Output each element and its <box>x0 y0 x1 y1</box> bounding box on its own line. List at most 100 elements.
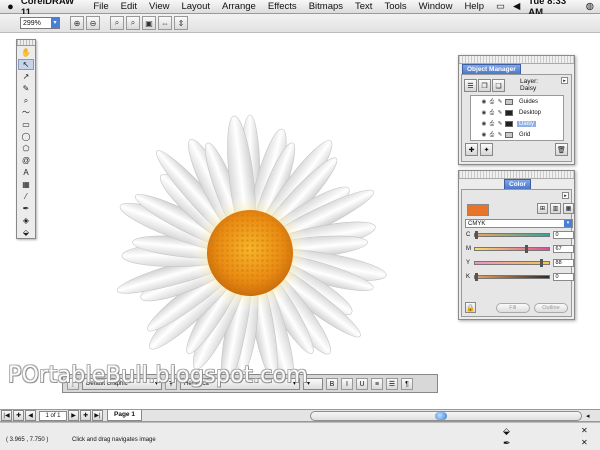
pick-tool-icon[interactable]: ↖ <box>18 59 34 70</box>
fill-button[interactable]: Fill <box>495 302 530 313</box>
color-docker-menu-arrow-icon[interactable]: ▸ <box>562 192 569 199</box>
menu-file[interactable]: File <box>93 1 108 12</box>
layer-row-daisy[interactable]: ◉ ⎙ ✎ Daisy <box>471 118 563 129</box>
color-viewers-button[interactable]: ▥ <box>550 203 561 214</box>
yellow-value-field[interactable]: 88 <box>552 258 574 267</box>
fill-tool-icon[interactable]: ◈ <box>18 215 34 226</box>
horizontal-scrollbar[interactable] <box>310 411 582 421</box>
add-page-after-button[interactable]: ✚ <box>80 410 91 421</box>
edit-across-layers-button[interactable]: ❐ <box>478 79 491 92</box>
polygon-tool-icon[interactable]: ⬠ <box>18 143 34 154</box>
color-model-select[interactable]: CMYK ▾ <box>465 219 573 228</box>
menu-text[interactable]: Text <box>355 1 372 12</box>
pencil-icon[interactable]: ✎ <box>497 121 503 127</box>
hand-pan-icon[interactable]: ✋ <box>18 47 34 58</box>
object-manager-menu-arrow-icon[interactable]: ▸ <box>561 77 568 84</box>
layer-row-grid[interactable]: ◉ ⎙ ✎ Grid <box>471 129 563 140</box>
eye-icon[interactable]: ◉ <box>481 110 487 116</box>
interactive-fill-tool-icon[interactable]: ⬙ <box>18 227 34 238</box>
bold-button[interactable]: B <box>326 377 338 390</box>
yellow-slider-thumb[interactable] <box>539 258 543 267</box>
menu-bitmaps[interactable]: Bitmaps <box>309 1 343 12</box>
horizontal-scroll-thumb[interactable] <box>435 412 447 420</box>
last-page-button[interactable]: ▶| <box>92 410 103 421</box>
italic-button[interactable]: I <box>341 377 353 390</box>
black-slider-thumb[interactable] <box>474 272 478 281</box>
magenta-slider-thumb[interactable] <box>524 244 528 253</box>
menu-help[interactable]: Help <box>464 1 484 12</box>
show-object-properties-button[interactable]: ☰ <box>464 79 477 92</box>
previous-page-button[interactable]: ◀ <box>25 410 36 421</box>
color-palettes-button[interactable]: ▦ <box>563 203 574 214</box>
menu-edit[interactable]: Edit <box>121 1 137 12</box>
black-slider[interactable] <box>473 272 550 281</box>
eye-icon[interactable]: ◉ <box>481 99 487 105</box>
menu-arrange[interactable]: Arrange <box>222 1 256 12</box>
add-page-before-button[interactable]: ✚ <box>13 410 24 421</box>
printer-icon[interactable]: ⎙ <box>489 110 495 116</box>
menu-tools[interactable]: Tools <box>384 1 406 12</box>
outline-tool-icon[interactable]: ✒ <box>18 203 34 214</box>
knife-tool-icon[interactable]: ✎ <box>18 83 34 94</box>
layer-row-desktop[interactable]: ◉ ⎙ ✎ Desktop <box>471 107 563 118</box>
eye-icon[interactable]: ◉ <box>481 121 487 127</box>
text-tool-icon[interactable]: A <box>18 167 34 178</box>
color-sliders-button[interactable]: ⊞ <box>537 203 548 214</box>
object-manager-titlebar[interactable] <box>459 56 574 64</box>
delete-layer-button[interactable]: 🗑 <box>555 143 568 156</box>
eyedropper-tool-icon[interactable]: ⁄ <box>18 191 34 202</box>
ellipse-tool-icon[interactable]: ◯ <box>18 131 34 142</box>
yellow-slider[interactable] <box>473 258 550 267</box>
black-value-field[interactable]: 0 <box>552 272 574 281</box>
zoom-height-button[interactable]: ⇕ <box>174 16 188 30</box>
app-switcher-icon[interactable]: ◍ <box>586 1 594 12</box>
menu-view[interactable]: View <box>149 1 169 12</box>
menu-effects[interactable]: Effects <box>268 1 297 12</box>
apple-menu-icon[interactable]: ● <box>0 1 21 13</box>
daisy-image[interactable] <box>110 108 390 398</box>
pencil-icon[interactable]: ✎ <box>497 132 503 138</box>
zoom-in-button[interactable]: ⊕ <box>70 16 84 30</box>
freehand-tool-icon[interactable]: 〜 <box>18 107 34 118</box>
cyan-slider[interactable] <box>473 230 550 239</box>
lock-color-button[interactable]: 🔒 <box>465 302 476 313</box>
outline-button[interactable]: Outline <box>533 302 568 313</box>
new-layer-button[interactable]: ✚ <box>465 143 478 156</box>
spiral-tool-icon[interactable]: @ <box>18 155 34 166</box>
eye-icon[interactable]: ◉ <box>481 132 487 138</box>
zoom-dropdown-arrow-icon[interactable]: ▾ <box>51 18 59 28</box>
cyan-value-field[interactable]: 0 <box>552 230 574 239</box>
layer-name-daisy[interactable]: Daisy <box>517 120 537 127</box>
scroll-arrow-icon[interactable]: ◂ <box>586 412 594 421</box>
font-icon[interactable]: Ŧ <box>165 377 177 390</box>
rectangle-tool-icon[interactable]: ▭ <box>18 119 34 130</box>
layer-color-swatch[interactable] <box>505 109 513 116</box>
layer-name-desktop[interactable]: Desktop <box>517 110 543 116</box>
fill-bucket-icon[interactable]: ⬙ <box>503 426 510 437</box>
page-tab[interactable]: Page 1 <box>107 410 142 421</box>
align-button[interactable]: ≡ <box>371 377 383 390</box>
volume-icon[interactable]: ◀ <box>513 1 520 12</box>
font-list-dropdown[interactable]: Helvetica ▾ <box>180 377 300 390</box>
zoom-width-button[interactable]: ⇔ <box>158 16 172 30</box>
object-manager-tab[interactable]: Object Manager <box>462 64 521 74</box>
layer-color-swatch[interactable] <box>505 98 513 105</box>
pencil-icon[interactable]: ✎ <box>497 99 503 105</box>
font-size-dropdown[interactable]: ▾ <box>303 377 323 390</box>
graphic-style-dropdown[interactable]: Default Graphic ▾ <box>82 377 162 390</box>
printer-icon[interactable]: ⎙ <box>489 132 495 138</box>
layer-row-guides[interactable]: ◉ ⎙ ✎ Guides <box>471 96 563 107</box>
drop-cap-button[interactable]: ¶ <box>401 377 413 390</box>
next-page-button[interactable]: ▶ <box>68 410 79 421</box>
bar-grip-icon[interactable]: ⋮ <box>67 377 79 390</box>
outline-none-icon[interactable]: ✕ <box>581 438 588 447</box>
layer-name-grid[interactable]: Grid <box>517 132 532 138</box>
zoom-page-button[interactable]: ▣ <box>142 16 156 30</box>
first-page-button[interactable]: |◀ <box>1 410 12 421</box>
layer-name-guides[interactable]: Guides <box>517 99 540 105</box>
printer-icon[interactable]: ⎙ <box>489 99 495 105</box>
zoom-out-button[interactable]: ⊖ <box>86 16 100 30</box>
color-docker-titlebar[interactable] <box>459 171 574 179</box>
menu-window[interactable]: Window <box>419 1 453 12</box>
zoom-selected-button[interactable]: ⌕ <box>110 16 124 30</box>
